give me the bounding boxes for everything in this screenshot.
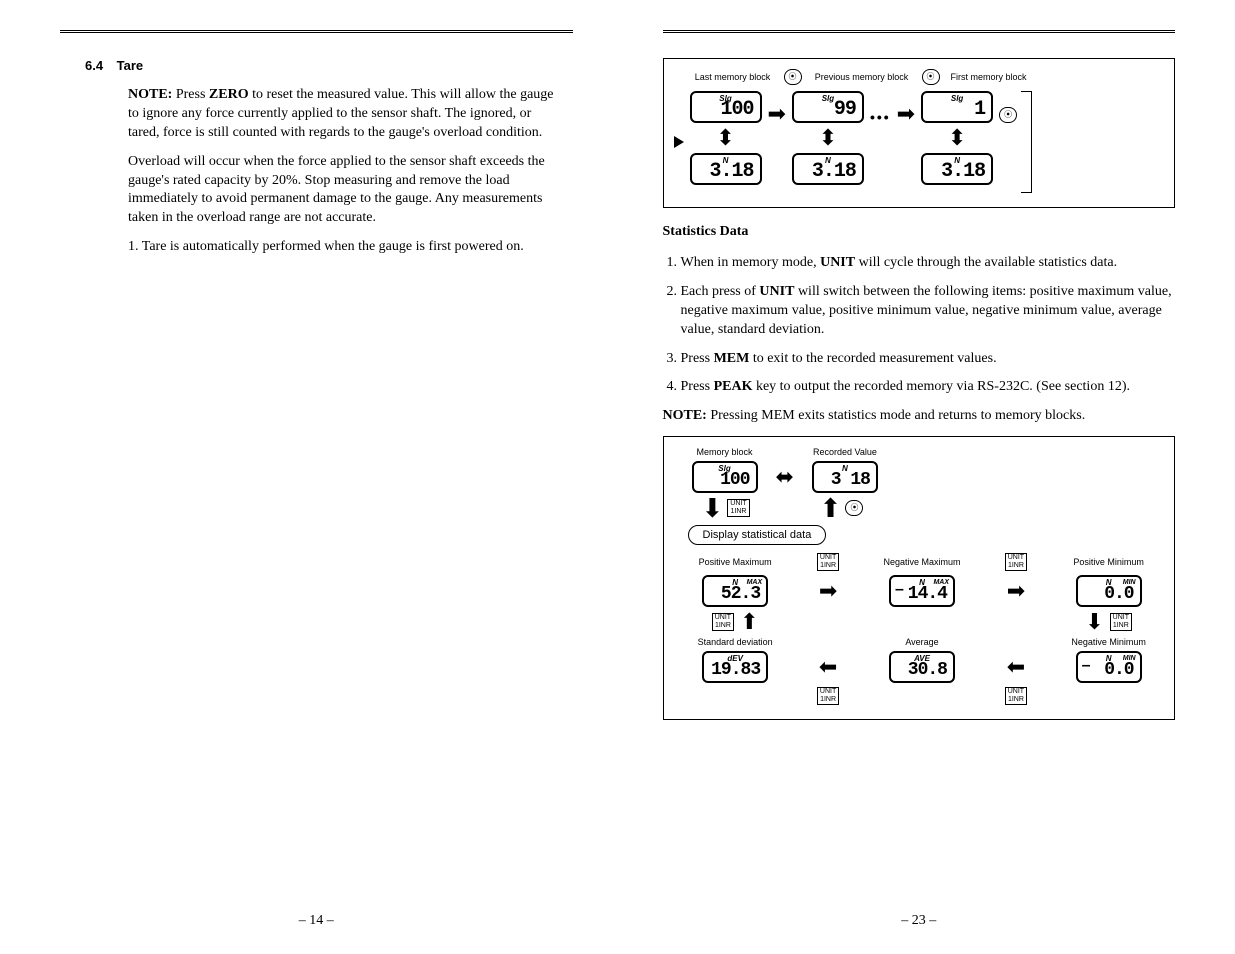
ellipsis-icon: •••	[870, 109, 891, 125]
left-arrow-icon: ⬅	[1007, 656, 1025, 678]
section-heading: 6.4 Tare	[85, 58, 573, 73]
right-arrow-icon: ➡	[768, 103, 786, 125]
overload-para: Overload will occur when the force appli…	[128, 153, 563, 229]
label-std-dev: Standard deviation	[698, 637, 773, 647]
btn-icon: ⦿	[922, 69, 940, 85]
right-arrow-icon: ➡	[819, 580, 837, 602]
unit-button-icon: UNIT1INR	[1005, 553, 1027, 571]
page-number-left: – 14 –	[60, 913, 573, 929]
zero-key: ZERO	[209, 87, 249, 102]
entry-arrow-icon	[674, 136, 684, 148]
display-statistical-data: Display statistical data	[688, 525, 827, 545]
label-pos-max: Positive Maximum	[699, 557, 772, 567]
unit-button-icon: UNIT1INR	[712, 613, 734, 631]
left-arrow-icon: ⬅	[819, 656, 837, 678]
note-label: NOTE:	[128, 87, 172, 102]
list-item-1: 1. Tare is automatically performed when …	[128, 238, 563, 257]
leftright-arrow-icon: ⬌	[776, 466, 794, 488]
lcd-first-index: Slg 1	[921, 91, 993, 123]
figure-statistics-flow: Memory block Slg 100 ⬌ Recorded Value N …	[663, 436, 1176, 720]
list-item: Press PEAK key to output the recorded me…	[681, 378, 1176, 397]
unit-button-icon: UNIT1INR	[1110, 613, 1132, 631]
page-left: 6.4 Tare NOTE: Press ZERO to reset the m…	[0, 0, 618, 954]
unit-button-icon: UNIT1INR	[817, 687, 839, 705]
page-number-right: – 23 –	[663, 913, 1176, 929]
label-first-memory: First memory block	[946, 72, 1032, 82]
label-pos-min: Positive Minimum	[1073, 557, 1144, 567]
lcd-neg-min: NMIN – 0.0	[1076, 651, 1142, 683]
lcd-prev-value: N 3.18	[792, 153, 864, 185]
section-number: 6.4	[85, 58, 113, 73]
label-last-memory: Last memory block	[688, 72, 778, 82]
lcd-neg-max: NMAX – 14.4	[889, 575, 955, 607]
lcd-first-value: N 3.18	[921, 153, 993, 185]
lcd-last-value: N 3.18	[690, 153, 762, 185]
updown-arrow-icon: ⬍	[948, 127, 966, 149]
unit-button-icon: UNIT1INR	[727, 499, 749, 517]
page-right: Last memory block ⦿ Previous memory bloc…	[618, 0, 1235, 954]
label-neg-min: Negative Minimum	[1071, 637, 1146, 647]
figure-memory-blocks: Last memory block ⦿ Previous memory bloc…	[663, 58, 1176, 208]
lcd-last-index: Slg 100	[690, 91, 762, 123]
list-item: Press MEM to exit to the recorded measur…	[681, 350, 1176, 369]
label-neg-max: Negative Maximum	[883, 557, 960, 567]
lcd-prev-index: Slg 99	[792, 91, 864, 123]
btn-icon: ⦿	[784, 69, 802, 85]
loop-bracket-icon	[1021, 91, 1032, 193]
label-prev-memory: Previous memory block	[808, 72, 916, 82]
statistics-list: When in memory mode, UNIT will cycle thr…	[681, 254, 1176, 397]
lcd-recorded-value: N 3 18	[812, 461, 878, 493]
lcd-average: AVE 30.8	[889, 651, 955, 683]
lcd-pos-min: NMIN 0.0	[1076, 575, 1142, 607]
updown-arrow-icon: ⬍	[716, 127, 734, 149]
note-para-2: NOTE: Pressing MEM exits statistics mode…	[663, 407, 1176, 426]
section-title: Tare	[117, 58, 144, 73]
list-item: When in memory mode, UNIT will cycle thr…	[681, 254, 1176, 273]
down-arrow-icon: ⬇	[1085, 611, 1103, 633]
note-para-1: NOTE: Press ZERO to reset the measured v…	[128, 86, 563, 143]
down-arrow-icon: ⬇	[702, 497, 724, 519]
list-item: Each press of UNIT will switch between t…	[681, 283, 1176, 340]
lcd-mem-block: Slg 100	[692, 461, 758, 493]
up-arrow-icon: ⬆	[740, 611, 758, 633]
statistics-heading: Statistics Data	[663, 224, 1176, 240]
label-average: Average	[905, 637, 938, 647]
updown-arrow-icon: ⬍	[819, 127, 837, 149]
right-arrow-icon: ➡	[897, 103, 915, 125]
lcd-std-dev: dEV 19.83	[702, 651, 768, 683]
unit-button-icon: UNIT1INR	[817, 553, 839, 571]
top-rule	[663, 30, 1176, 33]
btn-icon: ⦿	[845, 500, 863, 516]
unit-button-icon: UNIT1INR	[1005, 687, 1027, 705]
btn-icon: ⦿	[999, 107, 1017, 123]
label-recorded-value: Recorded Value	[813, 447, 877, 457]
top-rule	[60, 30, 573, 33]
right-arrow-icon: ➡	[1007, 580, 1025, 602]
up-arrow-icon: ⬆	[820, 497, 842, 519]
label-memory-block: Memory block	[696, 447, 752, 457]
lcd-pos-max: NMAX 52.3	[702, 575, 768, 607]
